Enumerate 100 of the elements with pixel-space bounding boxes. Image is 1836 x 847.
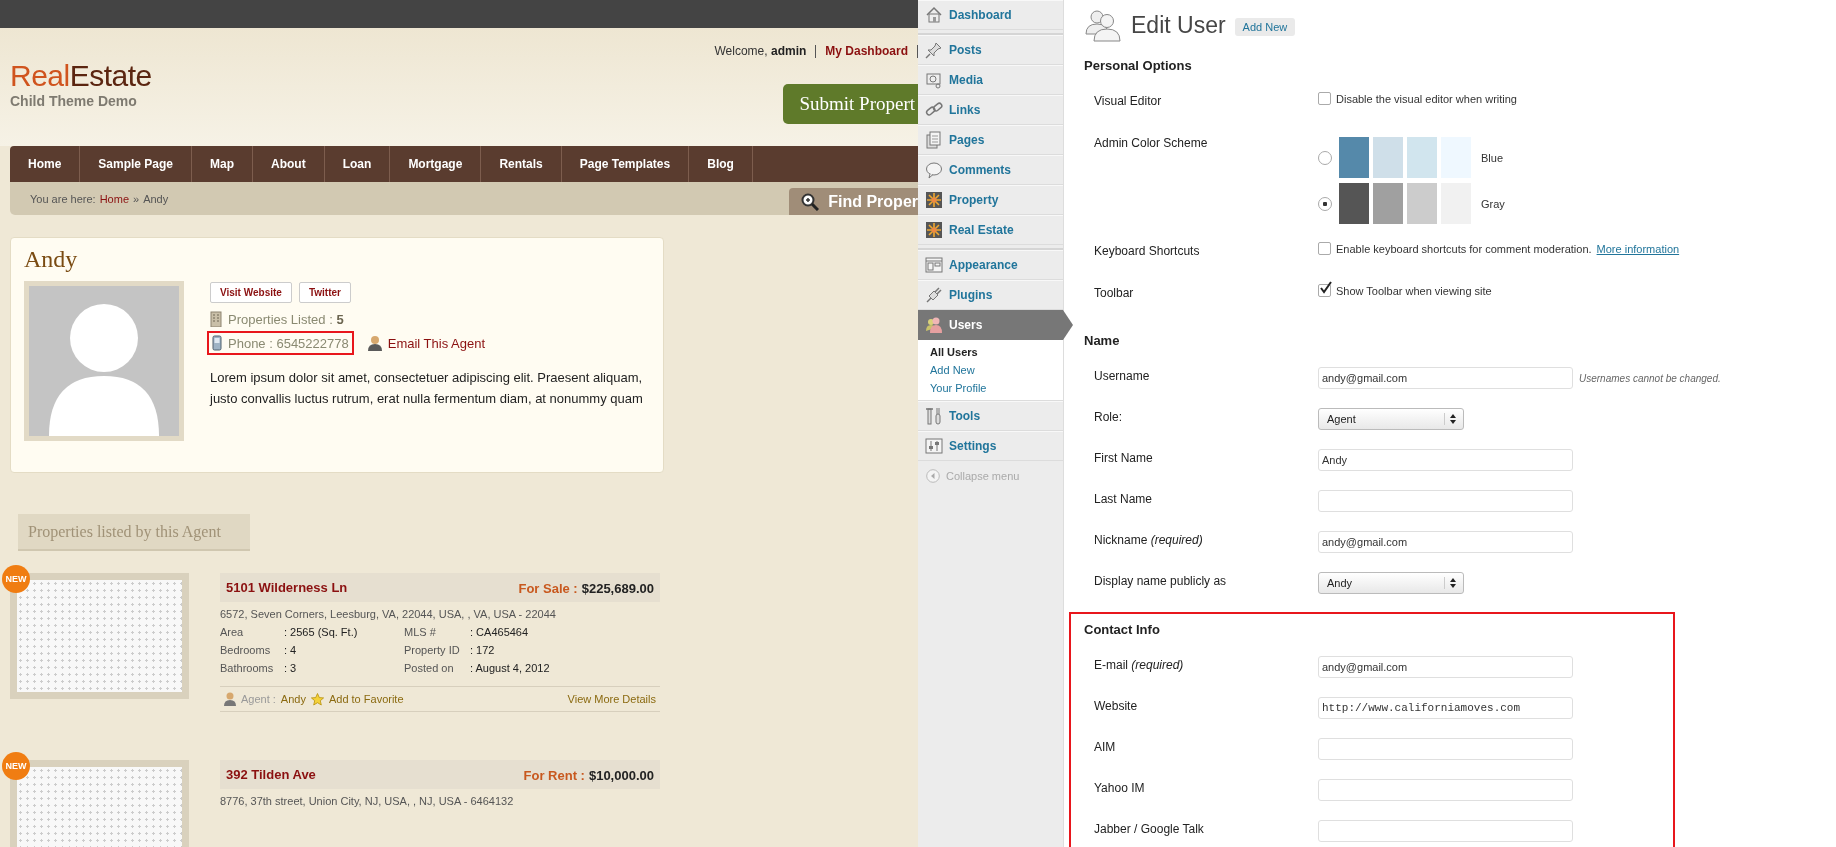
field-value: : 4 xyxy=(284,644,298,656)
field-value: : 172 xyxy=(470,644,496,656)
listing-address: 8776, 37th street, Union City, NJ, USA, , NJ, USA - 6464132 xyxy=(220,795,515,807)
field-label: Last Name xyxy=(1093,491,1154,506)
media-icon xyxy=(925,71,943,89)
submit-property-button[interactable]: Submit Propert xyxy=(783,84,918,124)
sidebar-menu-item[interactable]: Links xyxy=(918,95,1063,125)
input-field[interactable]: http://www.californiamoves.com xyxy=(1318,697,1573,719)
select-dropdown[interactable]: Agent xyxy=(1318,408,1464,430)
agent-label: Agent : xyxy=(241,693,276,705)
field-label: Bathrooms xyxy=(220,662,275,674)
star-icon xyxy=(310,692,324,706)
field-label: Admin Color Scheme xyxy=(1093,135,1209,150)
checkbox-label: Disable the visual editor when writing xyxy=(1336,92,1517,105)
field-label: Keyboard Shortcuts xyxy=(1093,243,1201,258)
listing-title[interactable]: 5101 Wilderness Ln xyxy=(226,580,348,595)
users-icon xyxy=(1084,8,1122,42)
input-field[interactable]: andy@gmail.com xyxy=(1318,367,1573,389)
listing-price: $225,689.00 xyxy=(581,580,654,596)
site-tagline: Child Theme Demo xyxy=(10,93,138,109)
find-property-button[interactable]: Find Proper xyxy=(789,188,918,215)
profile-button[interactable]: Visit Website xyxy=(210,282,292,303)
sidebar-menu-item[interactable]: Media xyxy=(918,65,1063,95)
section-heading: Personal Options xyxy=(1084,58,1193,73)
favorite-link[interactable]: Add to Favorite xyxy=(328,693,404,705)
search-icon xyxy=(801,192,820,211)
sidebar-menu-item[interactable]: Comments xyxy=(918,155,1063,185)
submenu-item[interactable]: All Users xyxy=(930,346,1063,358)
listing-status: For Sale : xyxy=(518,580,578,596)
breadcrumb-label: You are here: xyxy=(30,192,96,205)
dashboard-link[interactable]: My Dashboard xyxy=(825,44,908,58)
field-value: : CA465464 xyxy=(470,626,530,638)
listing-price: $10,000.00 xyxy=(588,767,654,783)
sidebar-menu-item[interactable]: Pages xyxy=(918,125,1063,155)
layout-icon xyxy=(925,256,943,274)
tools-icon xyxy=(925,407,943,425)
listing-status: For Rent : xyxy=(523,767,585,783)
checkbox[interactable] xyxy=(1318,92,1331,105)
submenu-item[interactable]: Add New xyxy=(930,364,1063,376)
field-label: Role: xyxy=(1093,409,1123,424)
chain-link-icon xyxy=(925,101,943,119)
field-label: AIM xyxy=(1093,739,1117,754)
field-label: Posted on xyxy=(404,662,455,674)
plug-icon xyxy=(925,286,943,304)
sidebar-menu-item[interactable]: Appearance xyxy=(918,250,1063,280)
field-label: MLS # xyxy=(404,626,437,638)
up-down-arrows-icon xyxy=(1444,577,1457,589)
input-field[interactable] xyxy=(1318,779,1573,801)
breadcrumb-link[interactable]: Home xyxy=(99,192,129,205)
more-information-link[interactable]: More information xyxy=(1596,242,1680,255)
up-down-arrows-icon xyxy=(1444,413,1457,425)
profile-button[interactable]: Twitter xyxy=(298,282,351,303)
pages-icon xyxy=(925,131,943,149)
checkbox[interactable] xyxy=(1318,284,1331,297)
pointer-arrow-icon xyxy=(1063,310,1073,340)
phone-icon xyxy=(212,335,222,351)
details-link[interactable]: View More Details xyxy=(567,693,656,705)
sidebar-menu-item[interactable]: Property xyxy=(918,185,1063,215)
sliders-icon xyxy=(925,437,943,455)
field-label: Toolbar xyxy=(1093,285,1135,300)
field-label: Property ID xyxy=(404,644,461,656)
input-field[interactable] xyxy=(1318,820,1573,842)
agent-link[interactable]: Andy xyxy=(280,693,306,705)
building-icon xyxy=(210,311,222,327)
input-field[interactable]: andy@gmail.com xyxy=(1318,656,1573,678)
speech-bubble-icon xyxy=(925,161,943,179)
checkbox[interactable] xyxy=(1318,242,1331,255)
site-logo[interactable]: RealEstate xyxy=(10,61,152,91)
scheme-name: Gray xyxy=(1481,197,1505,210)
new-badge: NEW xyxy=(2,752,30,780)
radio-button[interactable] xyxy=(1318,150,1332,165)
field-label: Area xyxy=(220,626,245,638)
field-label: Nickname (required) xyxy=(1093,532,1204,547)
input-field[interactable] xyxy=(1318,738,1573,760)
submenu-item[interactable]: Your Profile xyxy=(930,382,1063,394)
breadcrumb-current: Andy xyxy=(143,192,169,205)
person-icon xyxy=(224,692,236,706)
field-label: Bedrooms xyxy=(220,644,272,656)
radio-button[interactable] xyxy=(1318,196,1332,211)
agent-name: Andy xyxy=(24,246,79,273)
checkmark-icon xyxy=(1319,281,1332,294)
field-label: Website xyxy=(1093,698,1139,713)
checkbox-label: Show Toolbar when viewing site xyxy=(1336,284,1492,297)
field-label: Username xyxy=(1093,368,1151,383)
input-field[interactable]: Andy xyxy=(1318,449,1573,471)
sidebar-menu-item[interactable]: Posts xyxy=(918,35,1063,65)
field-value: : 3 xyxy=(284,662,298,674)
sidebar-menu-item[interactable]: Tools xyxy=(918,401,1063,431)
email-agent-link[interactable]: Email This Agent xyxy=(367,335,486,351)
select-dropdown[interactable]: Andy xyxy=(1318,572,1464,594)
add-new-button[interactable]: Add New xyxy=(1234,18,1296,36)
input-field[interactable] xyxy=(1318,490,1573,512)
sidebar-menu-item[interactable]: Settings xyxy=(918,431,1063,461)
input-field[interactable]: andy@gmail.com xyxy=(1318,531,1573,553)
checkbox-label: Enable keyboard shortcuts for comment moderation. xyxy=(1336,242,1592,255)
field-value: : 2565 (Sq. Ft.) xyxy=(284,626,359,638)
breadcrumb-separator: » xyxy=(133,192,140,205)
field-label: First Name xyxy=(1093,450,1154,465)
field-value: : August 4, 2012 xyxy=(470,662,551,674)
listing-title[interactable]: 392 Tilden Ave xyxy=(226,767,316,782)
